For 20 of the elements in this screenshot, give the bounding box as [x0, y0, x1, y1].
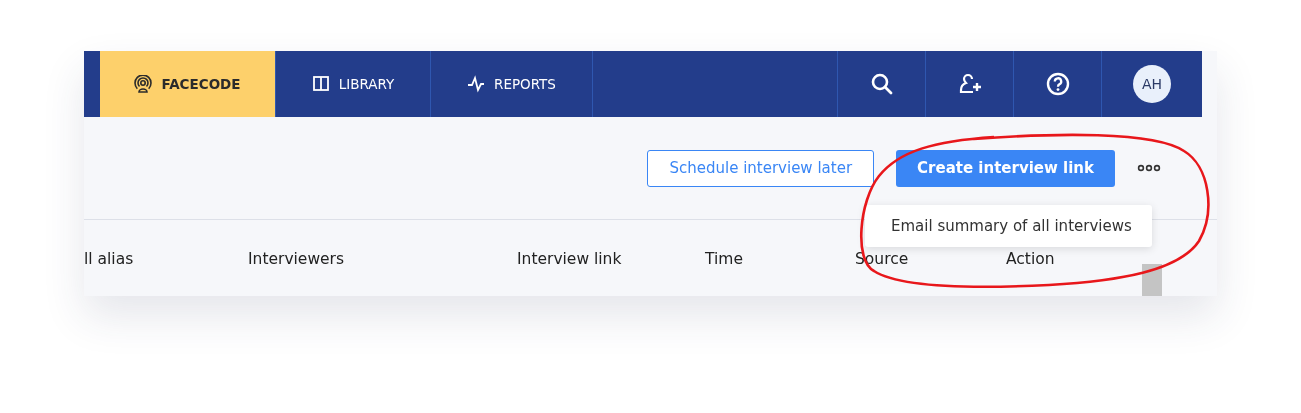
scrollbar-thumb[interactable] — [1142, 264, 1162, 296]
nav-tab[interactable]: LIBRARY — [276, 51, 431, 117]
nav-tab[interactable]: REPORTS — [431, 51, 593, 117]
more-icon[interactable] — [1137, 164, 1161, 172]
pulse-icon — [467, 75, 486, 93]
column-header: ll alias — [84, 250, 134, 268]
user-avatar[interactable]: AH — [1133, 65, 1171, 103]
column-header: Action — [1006, 250, 1055, 268]
broadcast-icon — [134, 75, 153, 93]
create-button[interactable]: Create interview link — [896, 149, 1115, 187]
search-icon[interactable] — [869, 72, 894, 96]
add-user-icon[interactable] — [957, 72, 982, 96]
schedule-button[interactable]: Schedule interview later — [647, 149, 875, 187]
nav-tab[interactable]: FACECODE — [100, 51, 276, 117]
menu-item[interactable]: Email summary of all interviews — [865, 205, 1152, 247]
column-header: Time — [705, 250, 743, 268]
book-icon — [311, 75, 330, 93]
column-header: Interviewers — [248, 250, 345, 268]
column-header: Interview link — [517, 250, 622, 268]
help-icon[interactable] — [1045, 72, 1070, 96]
